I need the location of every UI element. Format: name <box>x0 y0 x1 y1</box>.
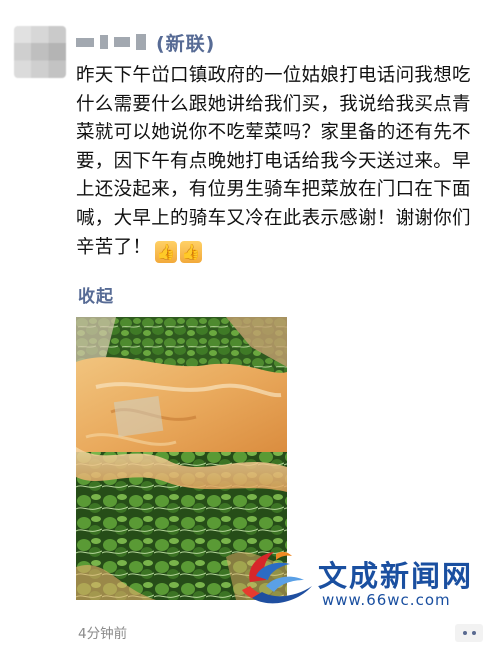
author-name[interactable]: (新联) <box>156 29 215 56</box>
watermark-logo-icon <box>242 551 312 604</box>
post-text-body: 昨天下午峃口镇政府的一位姑娘打电话问我想吃什么需要什么跟她讲给我们买，我说给我买… <box>76 65 471 258</box>
avatar[interactable] <box>14 26 66 78</box>
redacted-name-mosaic <box>76 34 146 50</box>
thumbs-up-icon: 👍 <box>180 241 203 264</box>
watermark-url: www.66wc.com <box>322 591 451 609</box>
watermark: 文成新闻网 www.66wc.com <box>236 546 496 616</box>
watermark-site-name: 文成新闻网 <box>318 559 474 593</box>
timestamp: 4分钟前 <box>78 626 128 642</box>
post-text: 昨天下午峃口镇政府的一位姑娘打电话问我想吃什么需要什么跟她讲给我们买，我说给我买… <box>76 62 486 264</box>
thumbs-up-icon: 👍 <box>155 241 178 264</box>
dot-icon <box>471 631 476 635</box>
dot-icon <box>462 631 467 635</box>
post-header: (新联) <box>76 29 215 56</box>
moments-post: (新联) 昨天下午峃口镇政府的一位姑娘打电话问我想吃什么需要什么跟她讲给我们买，… <box>0 0 503 650</box>
more-options-button[interactable] <box>455 624 483 642</box>
collapse-link[interactable]: 收起 <box>78 282 114 307</box>
emoji-group: 👍 👍 <box>155 241 203 264</box>
